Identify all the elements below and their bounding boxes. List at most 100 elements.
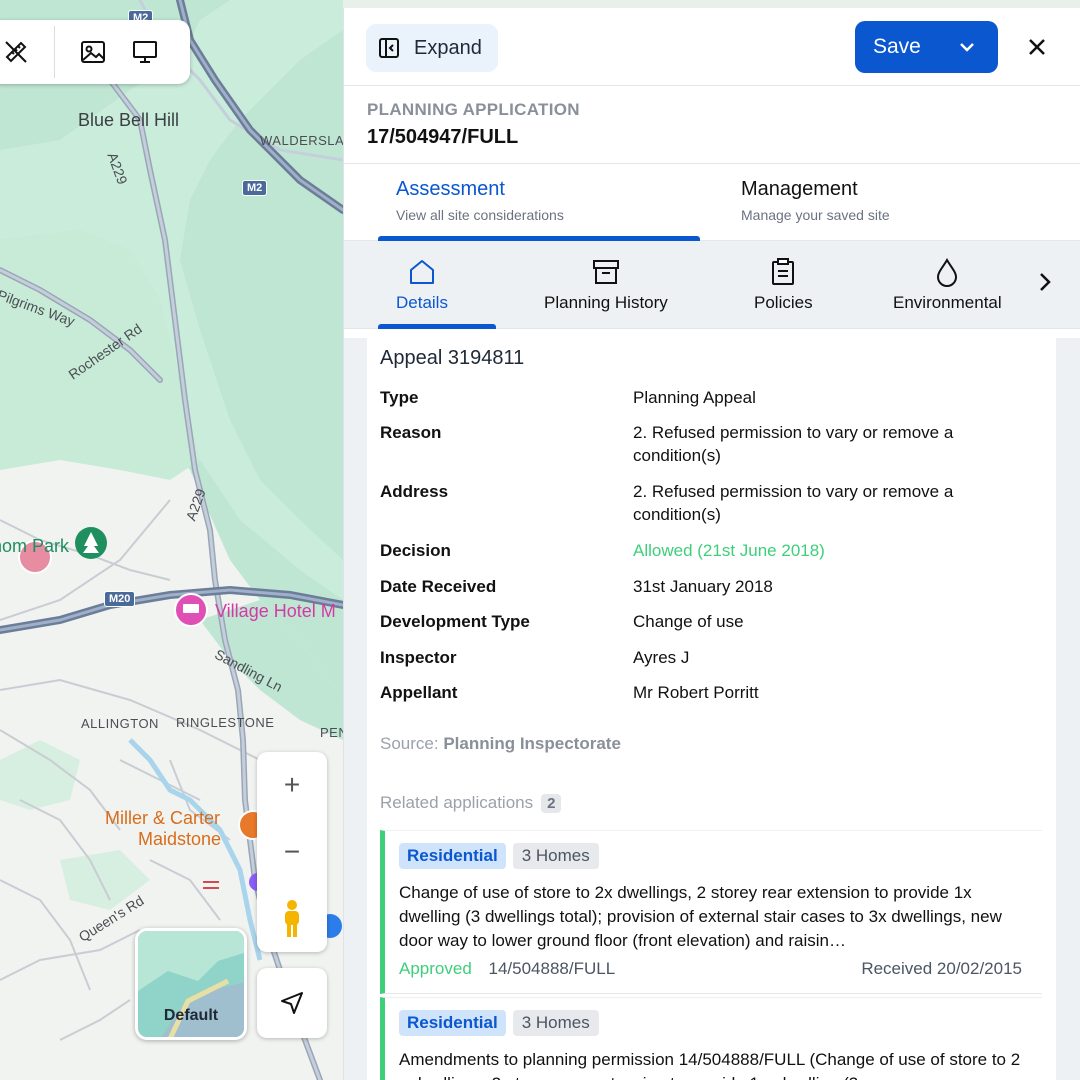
application-eyebrow: PLANNING APPLICATION [367, 100, 580, 119]
zoom-out-button[interactable]: − [262, 827, 322, 877]
expand-label: Expand [414, 36, 482, 59]
tab-environmental[interactable]: Environmental [893, 257, 1002, 313]
tab-label: Environmental [893, 293, 1002, 312]
sub-tabs: Details Planning History Policies Enviro… [344, 241, 1080, 329]
source-prefix: Source: [380, 734, 439, 753]
field-key: Address [380, 482, 449, 501]
application-description: Amendments to planning permission 14/504… [399, 1050, 1021, 1080]
field-key: Development Type [380, 612, 530, 631]
image-tool-button[interactable] [67, 26, 119, 78]
field-key: Inspector [380, 648, 457, 667]
tab-title: Assessment [396, 178, 505, 200]
panel-header: Expand Save [344, 8, 1080, 86]
monitor-icon [133, 41, 157, 63]
detail-panel: Expand Save PLANNING APPLICATION 17/5049… [343, 8, 1080, 1080]
appeal-title: Appeal 3194811 [380, 347, 525, 369]
save-button[interactable]: Save [855, 21, 998, 73]
field-key: Decision [380, 541, 451, 560]
tab-policies[interactable]: Policies [754, 257, 813, 313]
toolbar-divider [54, 26, 55, 78]
place-label: RINGLESTONE [176, 715, 275, 730]
field-key: Type [380, 388, 419, 407]
related-application-card[interactable]: Residential 3 Homes Amendments to planni… [380, 997, 1042, 1080]
measure-tool-button[interactable] [0, 26, 42, 78]
map-toolbar [0, 20, 190, 84]
application-reference: 17/504947/FULL [367, 126, 519, 148]
place-label: nom Park [0, 536, 70, 556]
layer-label: Default [163, 1007, 219, 1024]
application-description: Change of use of store to 2x dwellings, … [399, 883, 1002, 950]
related-count-badge: 2 [541, 793, 562, 813]
tab-subtitle: Manage your saved site [741, 207, 890, 223]
place-label: Blue Bell Hill [78, 110, 180, 130]
field-key: Reason [380, 423, 442, 442]
zoom-in-button[interactable]: + [262, 760, 322, 810]
tab-details[interactable]: Details [396, 257, 448, 313]
zoom-controls: + − [257, 752, 327, 952]
active-subtab-indicator [378, 324, 496, 329]
tab-planning-history[interactable]: Planning History [544, 257, 668, 313]
my-location-button[interactable] [257, 968, 327, 1038]
homes-badge: 3 Homes [512, 1010, 599, 1036]
chevron-right-icon [1040, 273, 1051, 291]
tab-assessment[interactable]: Assessment View all site considerations [396, 178, 564, 223]
poi-label[interactable]: Maidstone [138, 829, 221, 850]
screen-tool-button[interactable] [119, 26, 171, 78]
poi-label[interactable]: Village Hotel M [215, 601, 336, 622]
ruler-icon [5, 41, 27, 63]
field-value: 2. Refused permission to vary or remove … [633, 482, 954, 524]
status-text: Approved [399, 959, 472, 978]
home-icon [409, 260, 434, 284]
road-shield: M20 [104, 591, 136, 607]
homes-badge: 3 Homes [512, 843, 599, 869]
tab-management[interactable]: Management Manage your saved site [741, 178, 890, 223]
type-badge: Residential [399, 1010, 506, 1036]
received-date: Received 20/02/2015 [861, 959, 1022, 978]
expand-button[interactable]: Expand [366, 24, 498, 72]
place-label: PEN [320, 725, 343, 740]
archive-icon [592, 260, 619, 284]
close-button[interactable] [1020, 30, 1054, 64]
field-value: Change of use [633, 612, 744, 631]
map-view[interactable]: Blue Bell Hill WALDERSLA Pilgrims Way Ro… [0, 0, 343, 1080]
close-icon [1029, 39, 1045, 55]
scroll-tabs-right-button[interactable] [1034, 271, 1056, 298]
clipboard-icon [772, 258, 795, 285]
save-label: Save [873, 35, 921, 58]
street-view-button[interactable] [280, 894, 304, 944]
droplet-icon [937, 257, 958, 287]
field-value: Ayres J [633, 648, 690, 667]
field-key: Appellant [380, 683, 458, 702]
tab-label: Policies [754, 293, 813, 312]
poi-label[interactable]: Miller & Carter [105, 808, 220, 829]
tab-label: Planning History [544, 293, 668, 312]
source-line: Source: Planning Inspectorate [380, 734, 621, 754]
badge-row: Residential 3 Homes [399, 843, 1028, 869]
field-key: Date Received [380, 577, 497, 596]
navigation-arrow-icon [281, 992, 303, 1014]
application-reference-link[interactable]: 14/504888/FULL [489, 959, 616, 978]
source-name: Planning Inspectorate [443, 734, 621, 753]
map-layer-button[interactable]: Default [135, 928, 247, 1040]
related-application-card[interactable]: Residential 3 Homes Change of use of sto… [380, 830, 1042, 994]
related-applications-header: Related applications 2 [380, 793, 562, 813]
content-area: Appeal 3194811 Type Planning Appeal Reas… [344, 338, 1080, 1080]
image-icon [81, 41, 105, 63]
application-info: PLANNING APPLICATION 17/504947/FULL [344, 86, 1080, 164]
pegman-icon [285, 899, 299, 937]
badge-row: Residential 3 Homes [399, 1010, 1028, 1036]
chevron-down-icon[interactable] [958, 38, 976, 56]
road-shield: M2 [242, 180, 268, 196]
expand-panel-icon [379, 38, 399, 58]
tab-title: Management [741, 178, 858, 200]
tab-label: Details [396, 293, 448, 312]
field-value: Mr Robert Porritt [633, 683, 759, 702]
field-value: Allowed (21st June 2018) [633, 541, 825, 560]
type-badge: Residential [399, 843, 506, 869]
main-tabs: Assessment View all site considerations … [344, 164, 1080, 241]
field-value: 2. Refused permission to vary or remove … [633, 423, 954, 465]
place-label: ALLINGTON [81, 716, 159, 731]
field-value: Planning Appeal [633, 388, 756, 407]
related-label: Related applications [380, 793, 534, 812]
tab-subtitle: View all site considerations [396, 207, 564, 223]
